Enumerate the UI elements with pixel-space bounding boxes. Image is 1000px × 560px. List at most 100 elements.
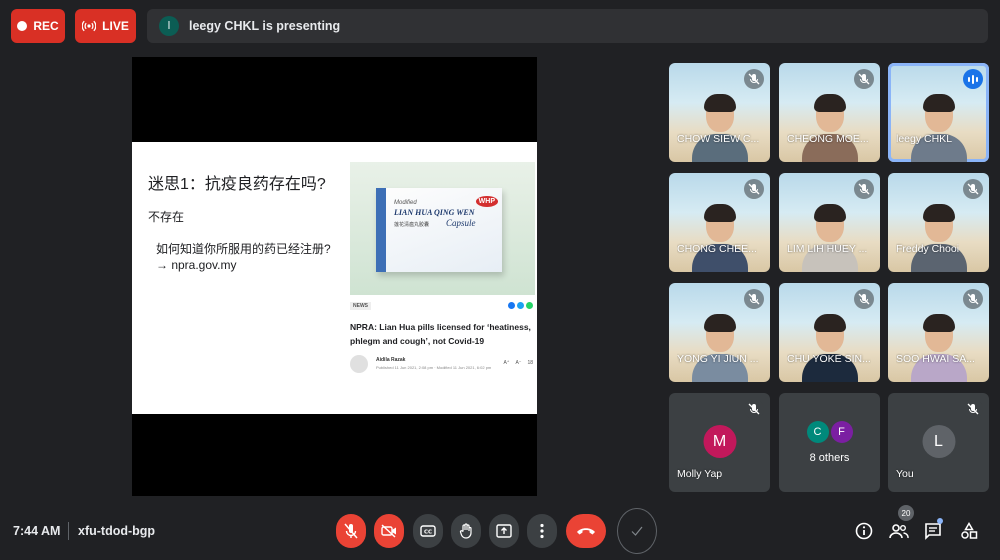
activities-button[interactable] — [958, 519, 980, 543]
camera-off-icon — [381, 524, 396, 538]
font-larger: A⁺ — [503, 360, 510, 366]
participant-name: CHEONG MOE... — [787, 133, 869, 145]
mic-off-icon — [744, 179, 764, 199]
mic-off-icon — [854, 289, 874, 309]
box-text: 莲花清瘟丸胶囊 — [394, 222, 430, 228]
participant-tile[interactable]: CHU YOKE SIN... — [779, 283, 880, 382]
presenting-banner: l leegy CHKL is presenting — [147, 9, 988, 43]
mic-toggle-button[interactable] — [336, 514, 366, 548]
participant-tile[interactable]: LIM LIH HUEY ... — [779, 173, 880, 272]
chat-icon — [925, 523, 941, 540]
others-avatars: C F — [806, 421, 853, 443]
mic-off-icon — [744, 289, 764, 309]
presenting-text: leegy CHKL is presenting — [189, 19, 341, 33]
slide-line: → npra.gov.my — [156, 258, 237, 272]
participant-name: YONG YI JIUN ... — [677, 353, 759, 365]
participant-tile[interactable]: CHOW SIEW C... — [669, 63, 770, 162]
article-image: Modified LIAN HUA QING WEN 莲花清瘟丸胶囊 Capsu… — [350, 162, 535, 295]
participant-name: SOO HWAI SA... — [896, 353, 975, 365]
slide-title: 迷思1：抗疫良药存在吗? — [148, 176, 326, 193]
participant-name: LIM LIH HUEY ... — [787, 243, 868, 255]
record-dot-icon — [17, 21, 28, 31]
capsule-box-image: Modified LIAN HUA QING WEN 莲花清瘟丸胶囊 Capsu… — [376, 188, 502, 272]
slide-line: 不存在 — [148, 210, 185, 224]
participant-name: Molly Yap — [677, 468, 723, 480]
participant-video — [801, 308, 858, 382]
participant-video — [691, 308, 748, 382]
participant-video — [801, 198, 858, 272]
rec-label: REC — [33, 19, 59, 33]
box-text: Capsule — [446, 218, 476, 228]
participant-tile[interactable]: CHEONG MOE... — [779, 63, 880, 162]
raise-hand-button[interactable] — [451, 514, 481, 548]
twitter-icon — [517, 302, 524, 309]
avatar: F — [830, 421, 853, 443]
live-label: LIVE — [102, 19, 129, 33]
participant-tile[interactable]: Freddy Chooi — [888, 173, 989, 272]
live-indicator[interactable]: LIVE — [75, 9, 136, 43]
meeting-code[interactable]: xfu-tdod-bgp — [78, 524, 155, 538]
mic-off-icon — [963, 289, 983, 309]
self-tile[interactable]: L You — [888, 393, 989, 492]
chat-notification-dot — [937, 518, 943, 524]
camera-toggle-button[interactable] — [374, 514, 404, 548]
participant-video — [691, 198, 748, 272]
news-tag: NEWS — [350, 302, 371, 310]
others-tile[interactable]: C F 8 others — [779, 393, 880, 492]
article-headline: NPRA: Lian Hua pills licensed for ‘heati… — [350, 322, 531, 346]
more-options-button[interactable] — [527, 514, 557, 548]
closed-captions-icon: CC — [420, 525, 436, 537]
info-icon — [855, 522, 873, 540]
box-text: Modified — [394, 200, 417, 206]
participant-tile-active-speaker[interactable]: leegy CHKL — [888, 63, 989, 162]
check-icon — [631, 526, 643, 536]
author-name: Aidila Razak — [376, 357, 406, 363]
present-screen-button[interactable] — [489, 514, 519, 548]
activities-icon — [961, 522, 978, 539]
presentation-stage[interactable]: 迷思1：抗疫良药存在吗? 不存在 如何知道你所服用的药已经注册? → npra.… — [132, 57, 537, 496]
mic-off-icon — [963, 179, 983, 199]
participant-name: CHOW SIEW C... — [677, 133, 760, 145]
participant-name: leegy CHKL — [896, 133, 953, 145]
participant-name: CHU YOKE SIN... — [787, 353, 871, 365]
mic-off-icon — [854, 179, 874, 199]
mic-off-icon — [854, 69, 874, 89]
participant-video — [910, 88, 967, 162]
slide: 迷思1：抗疫良药存在吗? 不存在 如何知道你所服用的药已经注册? → npra.… — [132, 142, 537, 414]
extra-action-button[interactable] — [617, 508, 657, 554]
divider — [68, 522, 69, 540]
participant-tile[interactable]: CHONG CHEE... — [669, 173, 770, 272]
font-smaller: A⁻ — [515, 360, 522, 366]
facebook-icon — [508, 302, 515, 309]
mic-off-icon — [744, 69, 764, 89]
share-icons — [508, 302, 533, 309]
participant-tile-molly[interactable]: M Molly Yap — [669, 393, 770, 492]
speaking-icon — [963, 69, 983, 89]
svg-text:CC: CC — [424, 530, 432, 536]
participant-video — [801, 88, 858, 162]
participant-name: Freddy Chooi — [896, 243, 960, 255]
participant-tile[interactable]: YONG YI JIUN ... — [669, 283, 770, 382]
whatsapp-icon — [526, 302, 533, 309]
end-call-button[interactable] — [566, 514, 606, 548]
brand-badge: WHP — [475, 196, 498, 207]
participant-tile[interactable]: SOO HWAI SA... — [888, 283, 989, 382]
meeting-details-button[interactable] — [853, 519, 875, 543]
news-article-screenshot: Modified LIAN HUA QING WEN 莲花清瘟丸胶囊 Capsu… — [350, 162, 535, 382]
presenter-avatar: l — [159, 16, 179, 36]
mic-off-icon — [744, 399, 764, 419]
hand-icon — [459, 523, 472, 539]
avatar: M — [703, 425, 736, 458]
captions-button[interactable]: CC — [413, 514, 443, 548]
recording-indicator[interactable]: REC — [11, 9, 65, 43]
broadcast-icon — [82, 20, 97, 32]
mic-off-icon — [963, 399, 983, 419]
participant-name: You — [896, 468, 914, 480]
mic-off-icon — [344, 523, 358, 539]
author-avatar — [350, 355, 368, 373]
more-vertical-icon — [540, 523, 544, 539]
participant-video — [691, 88, 748, 162]
people-button[interactable] — [888, 519, 910, 543]
box-text: LIAN HUA QING WEN — [394, 208, 475, 217]
clock: 7:44 AM — [13, 524, 61, 538]
